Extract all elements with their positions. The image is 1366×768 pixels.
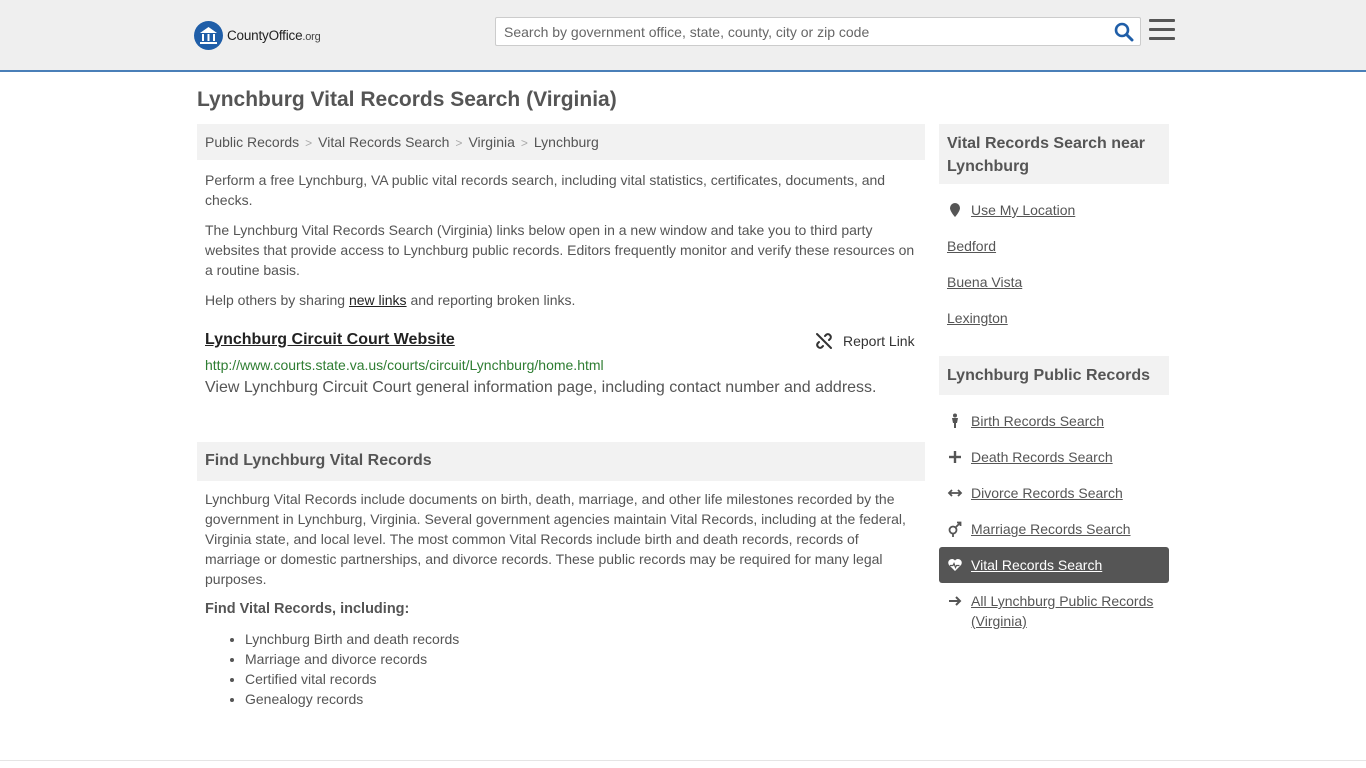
- report-link-button[interactable]: Report Link: [815, 332, 915, 350]
- resource-description: View Lynchburg Circuit Court general inf…: [205, 379, 877, 396]
- use-my-location-link[interactable]: Use My Location: [971, 200, 1075, 220]
- death-records-link[interactable]: Death Records Search: [971, 447, 1113, 467]
- vital-records-link[interactable]: Vital Records Search: [971, 555, 1102, 575]
- chevron-right-icon: >: [455, 136, 463, 150]
- find-section-body: Lynchburg Vital Records include document…: [205, 491, 906, 587]
- logo-badge-icon: [194, 20, 223, 50]
- arrows-horizontal-icon: [947, 489, 963, 497]
- sidebar-near-heading: Vital Records Search near Lynchburg: [939, 124, 1169, 184]
- footer-divider: [0, 760, 1366, 761]
- divorce-records-link[interactable]: Divorce Records Search: [971, 483, 1123, 503]
- search-input[interactable]: [496, 18, 1106, 45]
- breadcrumb: Public Records > Vital Records Search > Virg…: [197, 124, 925, 160]
- cross-icon: [949, 451, 961, 463]
- intro-paragraph-3: Help others by sharing new links and rep…: [205, 292, 576, 308]
- logo-suffix: .org: [302, 30, 321, 43]
- list-item: Lynchburg Birth and death records: [245, 629, 459, 649]
- resource-url: http://www.courts.state.va.us/courts/cir…: [205, 357, 604, 373]
- gender-icon: [948, 521, 962, 537]
- person-icon: [952, 413, 958, 428]
- chevron-right-icon: >: [305, 136, 313, 150]
- breadcrumb-public-records[interactable]: Public Records: [205, 134, 299, 150]
- breadcrumb-virginia[interactable]: Virginia: [468, 134, 514, 150]
- breadcrumb-vital-records[interactable]: Vital Records Search: [318, 134, 449, 150]
- all-public-records-link[interactable]: All Lynchburg Public Records (Virginia): [971, 591, 1162, 631]
- nearby-city-link[interactable]: Buena Vista: [947, 272, 1022, 292]
- breadcrumb-lynchburg[interactable]: Lynchburg: [534, 134, 599, 150]
- birth-records-link[interactable]: Birth Records Search: [971, 411, 1104, 431]
- sidebar-public-heading: Lynchburg Public Records: [939, 356, 1169, 395]
- resource-title-link[interactable]: Lynchburg Circuit Court Website: [205, 331, 455, 349]
- arrow-right-icon: [949, 596, 962, 606]
- nearby-city-link[interactable]: Lexington: [947, 308, 1008, 328]
- nearby-city-link[interactable]: Bedford: [947, 236, 996, 256]
- list-item: Genealogy records: [245, 689, 459, 709]
- logo-text: CountyOffice: [227, 27, 303, 43]
- chevron-right-icon: >: [520, 136, 528, 150]
- page-title: Lynchburg Vital Records Search (Virginia…: [197, 88, 617, 111]
- hamburger-menu-icon[interactable]: [1149, 19, 1175, 41]
- list-item: Marriage and divorce records: [245, 649, 459, 669]
- top-header: CountyOffice.org: [0, 0, 1366, 72]
- heartbeat-icon: [948, 559, 962, 571]
- search-bar: [495, 17, 1141, 46]
- records-list: Lynchburg Birth and death records Marria…: [245, 629, 459, 709]
- broken-link-icon: [816, 333, 832, 349]
- new-links-link[interactable]: new links: [349, 292, 407, 308]
- site-logo[interactable]: CountyOffice.org: [194, 20, 321, 50]
- list-item: Certified vital records: [245, 669, 459, 689]
- report-link-label: Report Link: [843, 333, 915, 349]
- intro-paragraph-2: The Lynchburg Vital Records Search (Virg…: [205, 222, 915, 278]
- section-heading: Find Lynchburg Vital Records: [197, 442, 925, 481]
- marriage-records-link[interactable]: Marriage Records Search: [971, 519, 1131, 539]
- map-pin-icon: [950, 203, 960, 217]
- find-subheading: Find Vital Records, including:: [205, 601, 410, 617]
- search-icon[interactable]: [1114, 22, 1134, 42]
- intro-paragraph-1: Perform a free Lynchburg, VA public vita…: [205, 172, 886, 208]
